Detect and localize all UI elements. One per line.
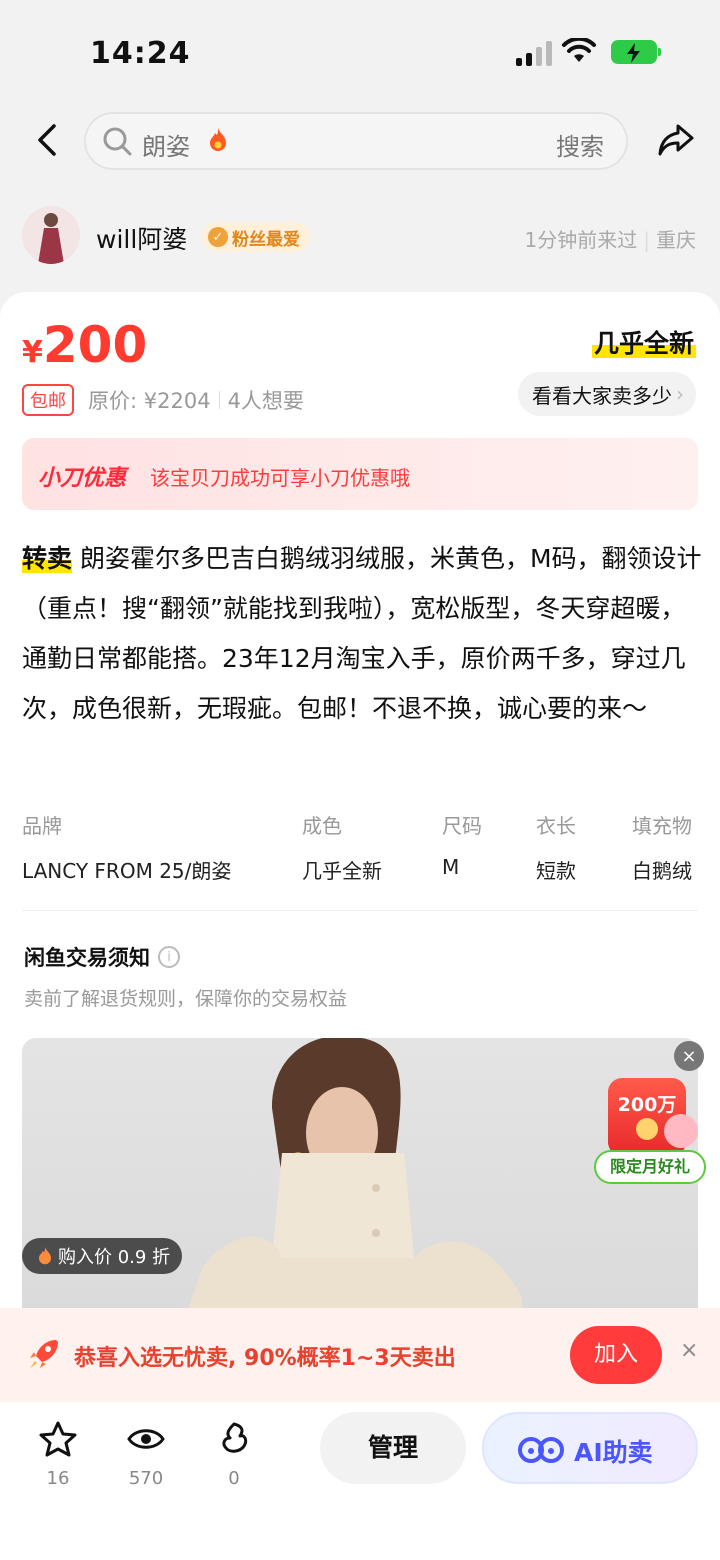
share-icon[interactable] [656,120,696,160]
attributes: 品牌 LANCY FROM 25/朗姿 成色 几乎全新 尺码 M 衣长 短款 填充物 白鹅… [22,810,698,883]
promo-label: 限定月好礼 [594,1150,706,1184]
ai-assist-button[interactable]: AI助卖 [482,1412,698,1484]
fire-icon [39,1247,51,1265]
attr-length: 衣长 短款 [536,814,576,883]
attr-filling: 填充物 白鹅绒 [632,814,692,883]
check-badge-icon: ✓ [208,227,228,247]
seller-row[interactable]: will阿婆 ✓ 粉丝最爱 1分钟前来过 | 重庆 [0,202,720,272]
eye-icon [127,1429,165,1449]
attr-condition: 成色 几乎全新 [302,814,382,883]
promo-gift[interactable]: 200万 限定月好礼 [594,1078,706,1188]
view-count: 570 [128,1468,164,1489]
last-visit: 1分钟前来过 | 重庆 [524,228,696,252]
ai-face-icon [518,1437,564,1463]
search-icon [103,127,132,156]
resell-tag: 转卖 [22,544,73,573]
coupon-title: 小刀优惠 [38,466,127,491]
info-icon[interactable]: i [158,946,180,968]
views-button[interactable]: 570 [116,1420,176,1489]
notice-subtitle: 卖前了解退货规则，保障你的交易权益 [24,988,348,1010]
fire-icon [206,127,230,159]
wifi-icon [562,38,596,62]
price-meta: 包邮 原价: ¥2204 4人想要 [22,384,304,416]
manage-button[interactable]: 管理 [320,1412,466,1484]
mascot-icon [664,1114,698,1148]
promo-amount: 200万 [617,1094,677,1116]
join-button[interactable]: 加入 [570,1326,662,1384]
favorite-button[interactable]: 16 [28,1420,88,1489]
like-icon [222,1422,248,1453]
banner-text: 恭喜入选无忧卖, 90%概率1~3天卖出 [74,1346,456,1371]
free-shipping-tag: 包邮 [22,384,74,416]
attr-brand: 品牌 LANCY FROM 25/朗姿 [22,814,232,883]
status-time: 14:24 [90,36,191,71]
coupon-banner[interactable]: 小刀优惠 该宝贝刀成功可享小刀优惠哦 [22,438,698,510]
search-button[interactable]: 搜索 [556,127,604,162]
signal-icon [516,40,552,66]
bottom-bar: 16 570 0 管理 AI助卖 [0,1402,720,1560]
condition-label: 几乎全新 [591,329,696,358]
close-banner-icon[interactable]: × [680,1338,698,1363]
search-query: 朗姿 [142,133,190,161]
search-input[interactable]: 朗姿 搜索 [84,112,628,170]
close-ad-icon[interactable]: × [674,1041,704,1071]
seller-city: 重庆 [656,228,696,252]
want-count: 4人想要 [227,389,304,413]
coin-icon [636,1118,658,1140]
notice-title[interactable]: 闲鱼交易须知 i [24,942,180,972]
item-card: ¥200 几乎全新 包邮 原价: ¥2204 4人想要 看看大家卖多少 › 小刀优… [0,292,720,1412]
favorite-count: 16 [46,1468,70,1489]
buy-price-chip: 购入价 0.9 折 [22,1238,183,1274]
item-description: 转卖 朗姿霍尔多巴吉白鹅绒羽绒服，米黄色，M码，翻领设计（重点！搜“翻领”就能找… [22,544,702,723]
star-icon [39,1421,77,1457]
ai-assist-label: AI助卖 [574,1438,653,1467]
rocket-icon [30,1340,58,1368]
seller-name[interactable]: will阿婆 [96,220,187,256]
divider [218,391,220,409]
fan-badge: ✓ 粉丝最爱 [202,222,310,252]
like-count: 0 [228,1468,240,1489]
price: ¥200 [22,316,148,374]
coupon-desc: 该宝贝刀成功可享小刀优惠哦 [150,466,410,490]
section-divider [22,910,698,911]
fan-badge-label: 粉丝最爱 [232,229,300,250]
original-price: 原价: ¥2204 [88,389,211,413]
like-button[interactable]: 0 [204,1420,264,1489]
back-arrow-icon[interactable] [30,120,66,160]
attr-size: 尺码 M [442,814,482,879]
avatar[interactable] [22,206,80,264]
battery-icon [611,40,661,64]
top-nav: 朗姿 搜索 [0,108,720,174]
see-prices-button[interactable]: 看看大家卖多少 › [518,372,696,416]
status-bar: 14:24 [0,0,720,100]
chevron-right-icon: › [676,382,684,406]
sell-banner: 恭喜入选无忧卖, 90%概率1~3天卖出 加入 × [0,1308,720,1402]
